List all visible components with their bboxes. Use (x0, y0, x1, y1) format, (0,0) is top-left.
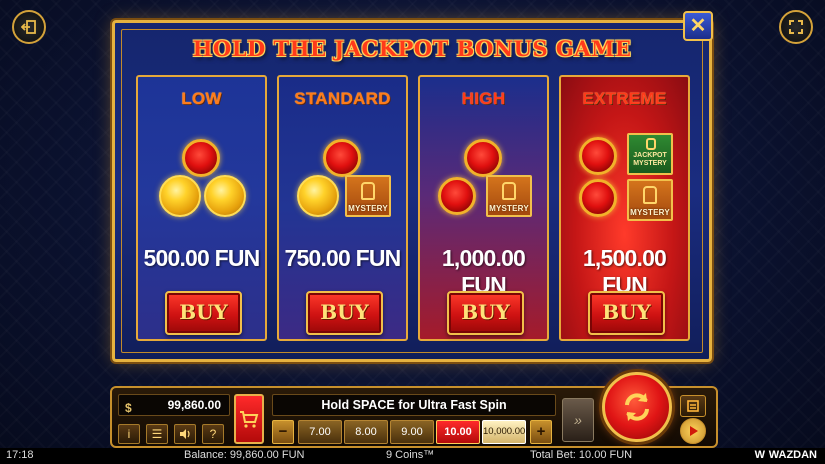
sound-button[interactable] (174, 424, 196, 444)
card-price: 500.00 FUN (143, 245, 260, 271)
menu-button[interactable]: ☰ (146, 424, 168, 444)
turbo-button[interactable]: » (562, 398, 594, 442)
fullscreen-icon (789, 20, 803, 34)
jackpot-mystery-symbol: JACKPOT MYSTERY (627, 133, 673, 175)
card-label: HIGH (461, 89, 506, 108)
mystery-icon (361, 182, 375, 200)
status-bar: 17:18 Balance: 99,860.00 FUN 9 Coins™ To… (0, 448, 825, 464)
card-label: EXTREME (582, 89, 667, 108)
fullscreen-button[interactable] (779, 10, 813, 44)
bet-option-max[interactable]: 10,000.00 (482, 420, 526, 444)
modal-title: HOLD THE JACKPOT BONUS GAME (192, 36, 632, 61)
red-coin-icon (323, 139, 361, 177)
gold-coin-icon (159, 175, 201, 217)
jackpot-mystery-label: JACKPOT MYSTERY (633, 152, 667, 167)
money-bag-icon: $ (125, 401, 132, 415)
spin-arrows-icon (625, 393, 649, 421)
buy-button-high[interactable]: BUY (447, 291, 524, 335)
card-price: 750.00 FUN (284, 245, 401, 271)
bonus-card-high[interactable]: HIGH MYSTERY 1,000.00 FUN BUY (418, 75, 549, 341)
cart-icon (240, 411, 259, 428)
close-icon: ✕ (689, 15, 707, 37)
gold-coin-icon (204, 175, 246, 217)
bet-decrease-button[interactable]: − (272, 420, 294, 444)
buy-button-extreme[interactable]: BUY (588, 291, 665, 335)
status-balance: Balance: 99,860.00 FUN (184, 449, 305, 461)
exit-icon (21, 20, 36, 34)
mystery-label: MYSTERY (489, 204, 529, 213)
mystery-icon (643, 186, 657, 204)
mystery-label: MYSTERY (630, 208, 670, 217)
brand-logo-icon: W (754, 449, 765, 461)
mystery-symbol: MYSTERY (486, 175, 532, 217)
autoplay-button[interactable] (680, 418, 706, 444)
bonus-buy-modal: HOLD THE JACKPOT BONUS GAME ✕ LOW 500.00… (112, 11, 713, 362)
card-label: STANDARD (294, 89, 391, 108)
mystery-icon (502, 182, 516, 200)
red-coin-icon (579, 137, 617, 175)
spin-button[interactable] (602, 372, 672, 442)
bet-option[interactable]: 9.00 (390, 420, 434, 444)
info-button[interactable]: i (118, 424, 140, 444)
autoplay-icon (690, 426, 698, 436)
sound-icon (180, 429, 190, 439)
mystery-symbol: MYSTERY (345, 175, 391, 217)
card-label: LOW (181, 89, 222, 108)
gold-coin-icon (297, 175, 339, 217)
red-coin-icon (464, 139, 502, 177)
clock: 17:18 (6, 449, 34, 461)
red-coin-icon (438, 177, 476, 215)
bet-option[interactable]: 7.00 (298, 420, 342, 444)
bonus-card-extreme[interactable]: EXTREME JACKPOT MYSTERY MYSTERY 1,500.00… (559, 75, 690, 341)
balance-display: $ 99,860.00 (118, 394, 230, 416)
red-coin-icon (182, 139, 220, 177)
mystery-symbol: MYSTERY (627, 179, 673, 221)
paytable-icon (687, 400, 699, 412)
bet-option-selected[interactable]: 10.00 (436, 420, 480, 444)
jackpot-mystery-icon (646, 138, 656, 150)
bonus-card-low[interactable]: LOW 500.00 FUN BUY (136, 75, 267, 341)
bet-selector: − 7.00 8.00 9.00 10.00 10,000.00 + (272, 420, 556, 444)
balance-value: 99,860.00 (167, 398, 221, 412)
bet-option[interactable]: 8.00 (344, 420, 388, 444)
total-bet: Total Bet: 10.00 FUN (530, 449, 633, 461)
exit-button[interactable] (12, 10, 46, 44)
brand-name: WAZDAN (768, 449, 817, 461)
spin-hint: Hold SPACE for Ultra Fast Spin (272, 394, 556, 416)
bet-increase-button[interactable]: + (530, 420, 552, 444)
bonus-buy-button[interactable] (234, 394, 264, 444)
help-button[interactable]: ? (202, 424, 224, 444)
buy-button-low[interactable]: BUY (165, 291, 242, 335)
game-title: 9 Coins™ (386, 449, 435, 461)
bonus-options: LOW 500.00 FUN BUY STANDARD MYSTERY 750.… (136, 75, 690, 341)
bonus-card-standard[interactable]: STANDARD MYSTERY 750.00 FUN BUY (277, 75, 408, 341)
close-button[interactable]: ✕ (683, 11, 713, 41)
paytable-button[interactable] (680, 395, 706, 417)
red-coin-icon (579, 179, 617, 217)
mystery-label: MYSTERY (348, 204, 388, 213)
buy-button-standard[interactable]: BUY (306, 291, 383, 335)
